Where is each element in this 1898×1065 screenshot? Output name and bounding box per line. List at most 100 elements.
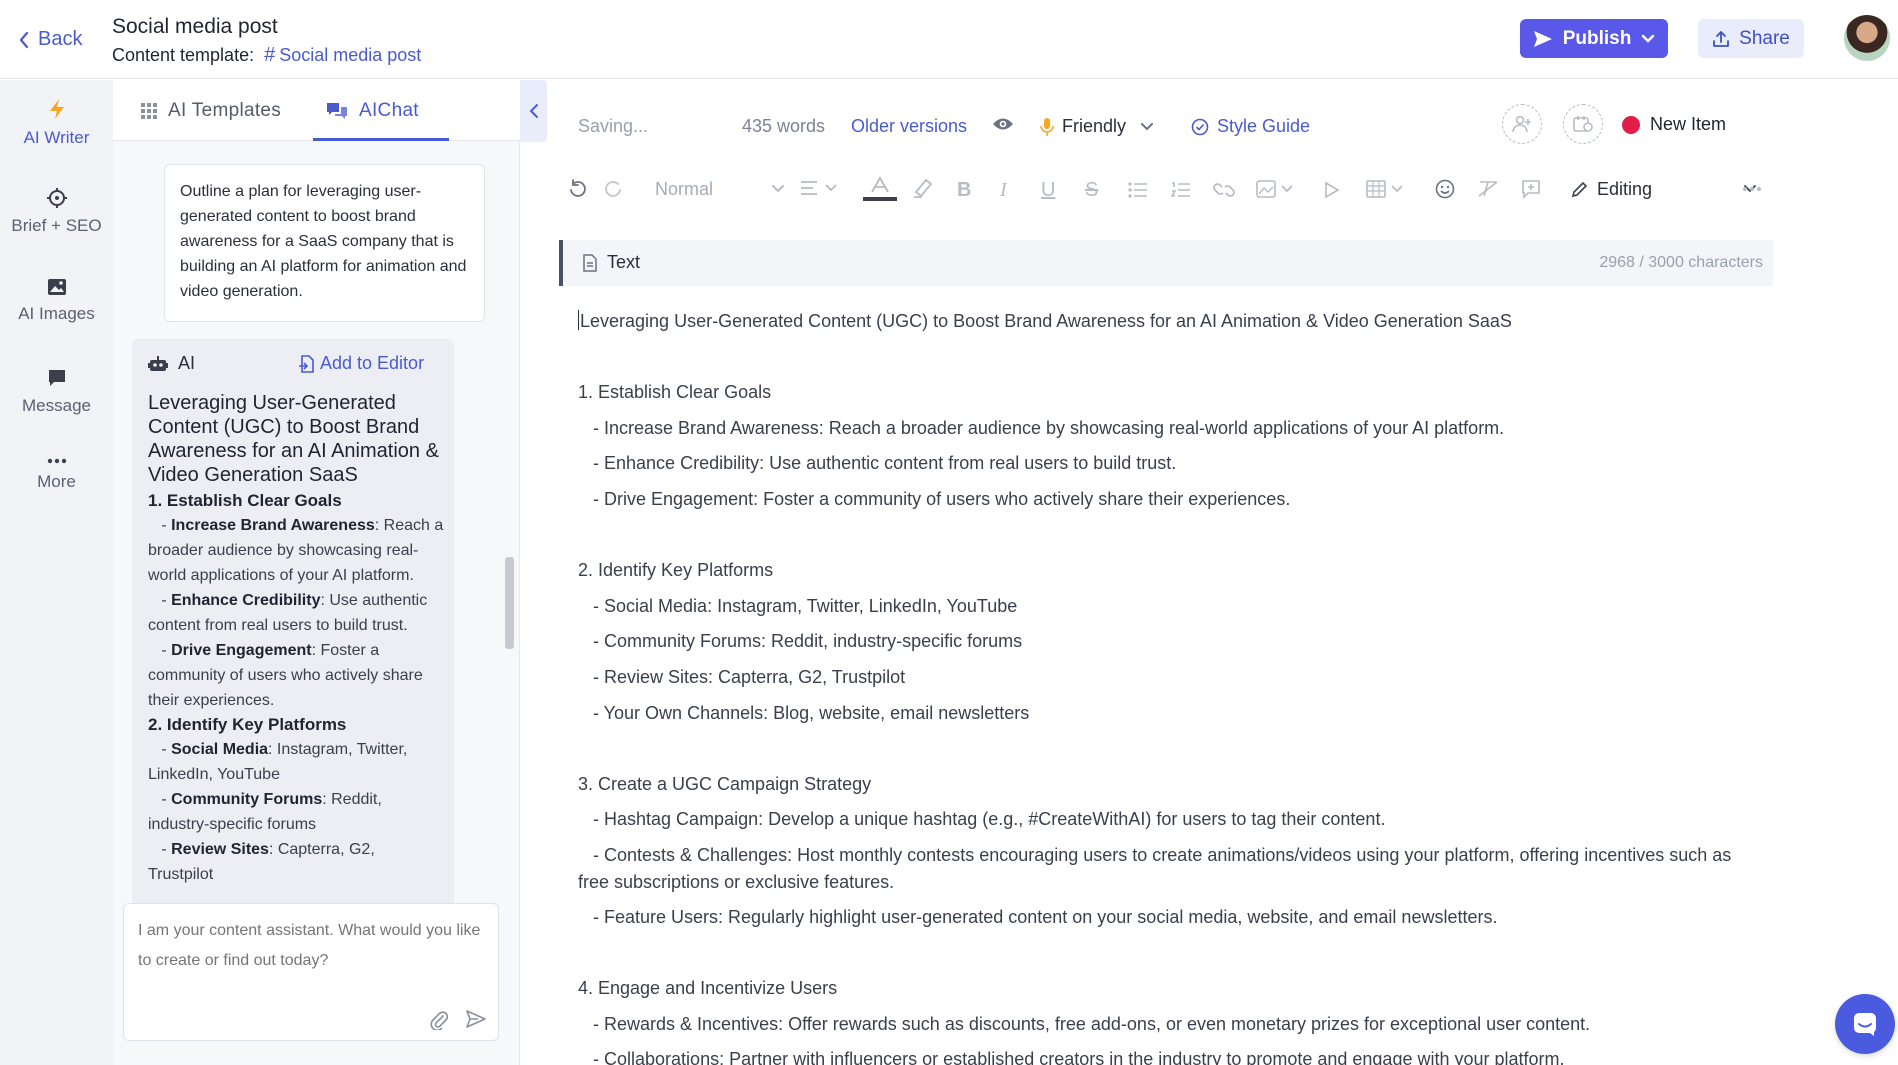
template-label: Content template: [112, 45, 255, 65]
check-circle-icon [1191, 118, 1209, 136]
template-link[interactable]: # Social media post [264, 44, 421, 67]
ai-response-card: AI Add to Editor Leveraging User-Generat… [132, 339, 454, 980]
redo-icon[interactable] [603, 179, 623, 199]
ai-point-bold: Review Sites [171, 841, 269, 858]
help-chat-button[interactable] [1835, 994, 1895, 1054]
tab-ai-templates[interactable]: AI Templates [140, 100, 281, 122]
comment-icon[interactable] [1521, 179, 1541, 199]
schedule-button[interactable] [1563, 104, 1603, 144]
collapse-panel-button[interactable] [520, 80, 547, 142]
template-link-label: Social media post [279, 45, 422, 65]
editor-line: - Rewards & Incentives: Offer rewards su… [578, 1013, 1591, 1034]
ai-point: - Drive Engagement: Foster a community o… [148, 642, 423, 709]
bold-icon[interactable]: B [957, 179, 971, 202]
editor-line: 4. Engage and Incentivize Users [578, 978, 838, 999]
send-icon [1533, 30, 1553, 48]
user-plus-icon [1512, 115, 1532, 133]
italic-icon[interactable]: I [1000, 179, 1007, 202]
ai-section-title: 2. Identify Key Platforms [148, 715, 347, 734]
ai-sender-label: AI [178, 353, 196, 373]
ai-response-body: Leveraging User-Generated Content (UGC) … [148, 391, 444, 887]
tone-label: Friendly [1062, 116, 1127, 136]
editor-blank-line [578, 731, 1758, 767]
user-avatar[interactable] [1844, 15, 1890, 61]
send-message-button[interactable] [466, 1010, 486, 1028]
style-guide-link[interactable]: Style Guide [1191, 116, 1310, 137]
ai-point-bold: Drive Engagement [171, 642, 312, 659]
numbered-list-icon[interactable] [1171, 182, 1191, 198]
rail-item-ai-images[interactable]: AI Images [0, 278, 113, 348]
underline-icon[interactable]: U [1041, 179, 1055, 202]
editor-line: - Increase Brand Awareness: Reach a broa… [578, 417, 1505, 438]
undo-icon[interactable] [568, 179, 588, 199]
editor-line: 1. Establish Clear Goals [578, 382, 772, 403]
share-label: Share [1739, 27, 1790, 49]
preview-icon[interactable] [992, 116, 1014, 132]
add-to-editor-label: Add to Editor [320, 353, 425, 373]
workflow-status[interactable]: New Item [1622, 114, 1726, 135]
grid-icon [140, 102, 158, 120]
rail-item-label: AI Images [18, 304, 95, 323]
more-icon [0, 458, 113, 464]
panel-scrollbar[interactable] [505, 557, 514, 649]
block-label: Text [583, 252, 640, 273]
calendar-clock-icon [1573, 115, 1593, 133]
text-caret [578, 310, 579, 330]
character-count: 2968 / 3000 characters [1599, 254, 1763, 271]
table-icon[interactable] [1366, 180, 1406, 198]
text-block-header: Text 2968 / 3000 characters [559, 240, 1773, 286]
paperclip-icon[interactable] [430, 1010, 448, 1030]
rail-item-more[interactable]: More [0, 458, 113, 528]
word-count: 435 words [742, 116, 826, 136]
insert-image-icon[interactable] [1256, 180, 1296, 198]
rail-item-label: Message [22, 396, 91, 415]
ai-point: - Increase Brand Awareness: Reach a broa… [148, 517, 444, 584]
link-icon[interactable] [1213, 182, 1235, 198]
status-dot [1622, 115, 1640, 134]
top-header: Back Social media post Content template:… [0, 0, 1898, 79]
emoji-icon[interactable] [1435, 179, 1455, 199]
editing-mode-select[interactable]: Editing [1571, 172, 1757, 206]
text-color-icon[interactable] [862, 176, 898, 202]
rail-item-label: Brief + SEO [11, 216, 102, 235]
chat-bubble-icon [1852, 1011, 1878, 1037]
rail-item-brief-seo[interactable]: Brief + SEO [0, 188, 113, 258]
editor-line: - Hashtag Campaign: Develop a unique has… [578, 809, 1386, 830]
highlighter-icon[interactable] [912, 178, 934, 198]
align-icon[interactable] [800, 180, 840, 196]
insert-document-icon [299, 354, 315, 373]
chevron-down-icon [771, 184, 785, 194]
rail-item-label: AI Writer [23, 128, 90, 147]
crosshair-icon [0, 188, 113, 208]
app-window: Back Social media post Content template:… [0, 0, 1898, 1065]
back-button[interactable]: Back [18, 28, 82, 51]
editor-line: - Drive Engagement: Foster a community o… [578, 488, 1291, 509]
older-versions-link[interactable]: Older versions [851, 116, 967, 137]
clear-format-icon[interactable] [1477, 180, 1499, 198]
rail-item-message[interactable]: Message [0, 368, 113, 438]
add-collaborator-button[interactable] [1502, 104, 1542, 144]
tab-label: AIChat [359, 100, 419, 121]
active-tab-indicator [313, 138, 449, 141]
tone-selector[interactable]: Friendly [1040, 116, 1154, 137]
share-button[interactable]: Share [1698, 19, 1804, 58]
ai-section: 1. Establish Clear Goals - Increase Bran… [148, 489, 444, 713]
tab-aichat[interactable]: AIChat [325, 100, 419, 122]
chat-thread[interactable]: Outline a plan for leveraging user-gener… [113, 142, 520, 980]
editor-line: - Collaborations: Partner with influence… [578, 1049, 1565, 1065]
chevron-down-icon [1641, 34, 1655, 44]
bullet-list-icon[interactable] [1128, 182, 1148, 198]
microphone-icon [1040, 117, 1054, 137]
ai-point: - Review Sites: Capterra, G2, Trustpilot [148, 841, 375, 883]
strikethrough-icon[interactable]: S [1085, 179, 1098, 202]
add-to-editor-button[interactable]: Add to Editor [299, 353, 424, 374]
tab-label: AI Templates [168, 100, 282, 121]
ai-point-bold: Increase Brand Awareness [171, 517, 375, 534]
save-status: Saving... [578, 116, 649, 136]
rail-item-ai-writer[interactable]: AI Writer [0, 98, 113, 168]
editor-content[interactable]: Leveraging User-Generated Content (UGC) … [578, 304, 1758, 1065]
publish-button[interactable]: Publish [1520, 19, 1668, 58]
paragraph-style-select[interactable]: Normal [655, 172, 785, 206]
more-options-icon[interactable] [1742, 186, 1762, 192]
play-icon[interactable] [1324, 181, 1340, 199]
